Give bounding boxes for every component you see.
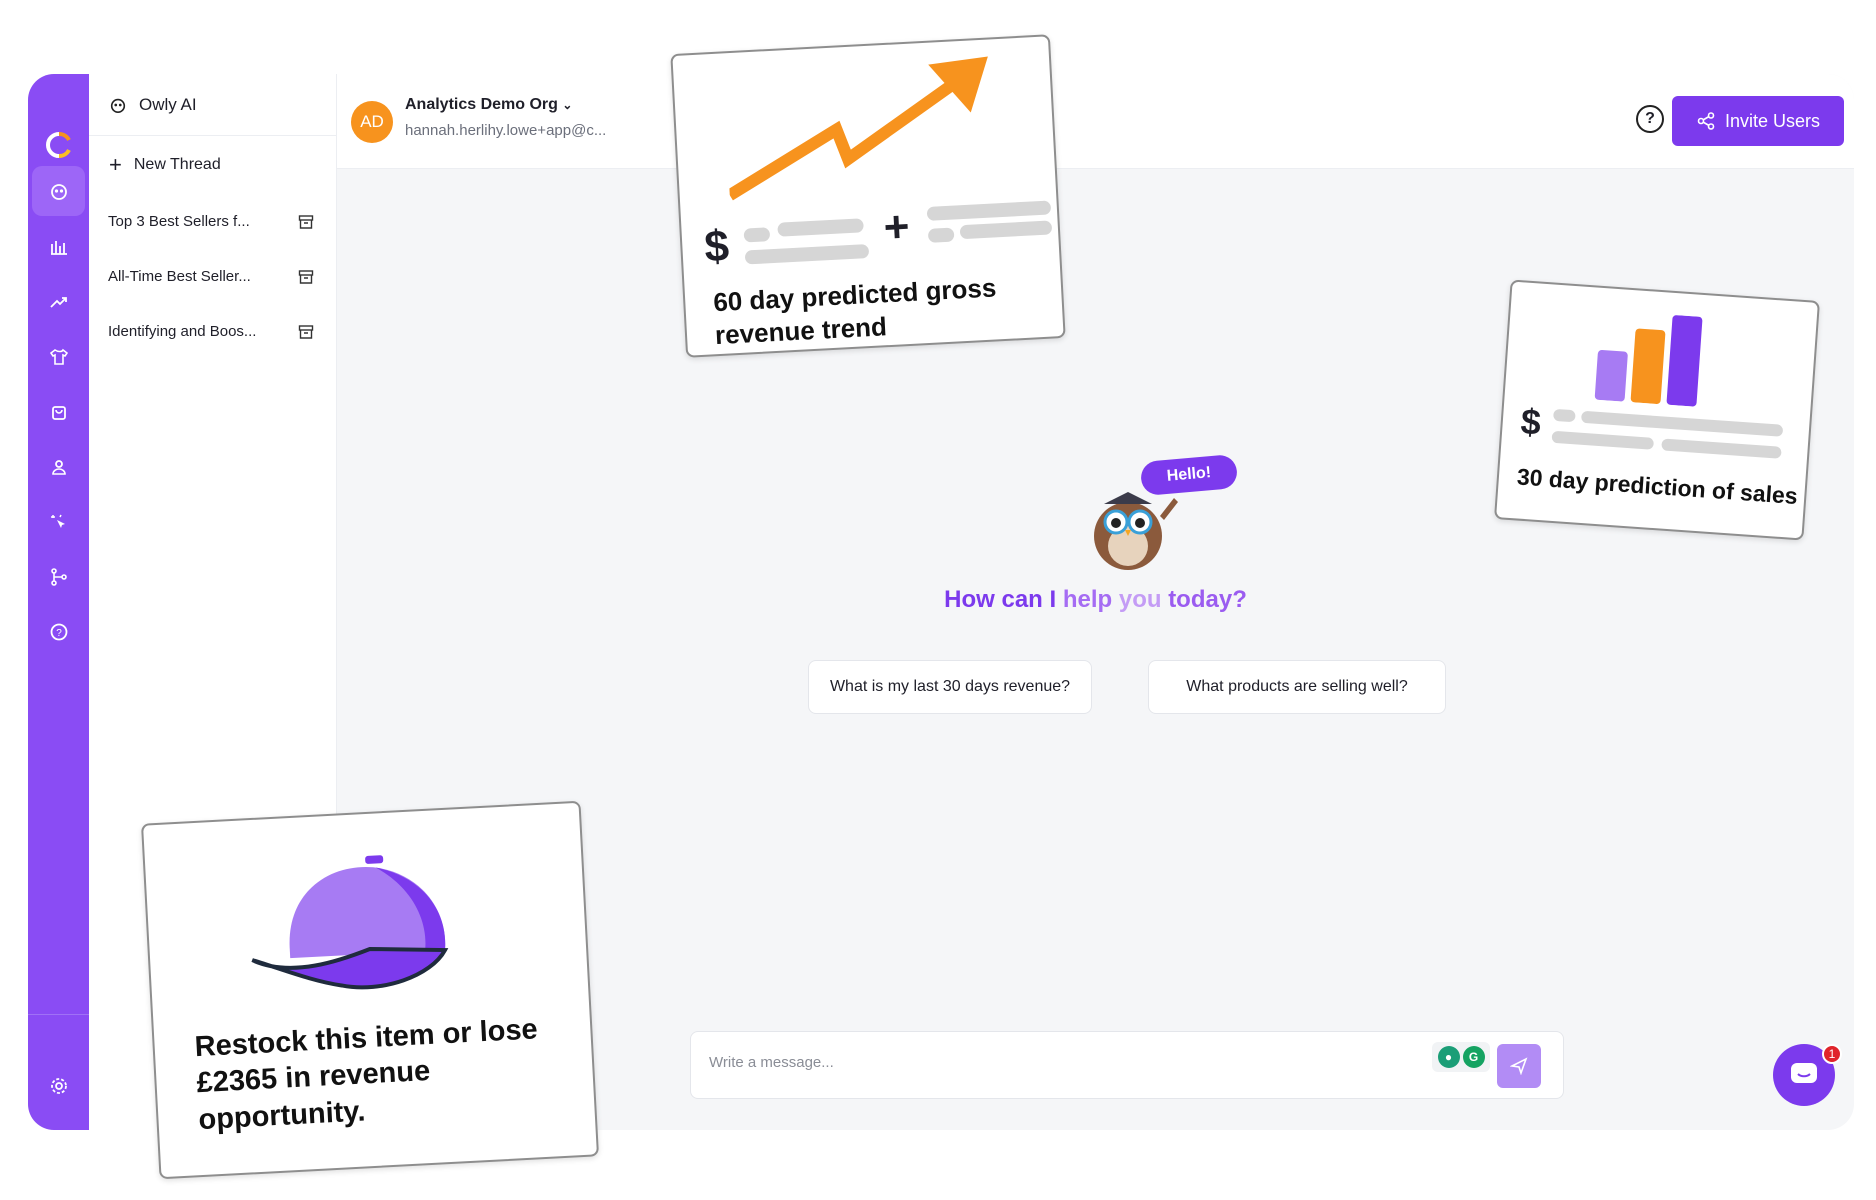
send-button[interactable] <box>1497 1044 1541 1088</box>
logo-icon[interactable] <box>40 126 78 164</box>
card-caption: 30 day prediction of sales <box>1516 463 1799 509</box>
user-icon[interactable] <box>32 442 85 492</box>
bar-chart-icon[interactable] <box>32 222 85 272</box>
plus-icon: + <box>109 152 122 177</box>
owl-icon <box>110 98 126 113</box>
message-composer: ● G <box>690 1031 1564 1099</box>
shirt-icon[interactable] <box>32 332 85 382</box>
plus-sign: + <box>882 201 911 253</box>
avatar[interactable]: AD <box>351 101 393 143</box>
thread-item[interactable]: Top 3 Best Sellers f... <box>89 194 336 249</box>
trend-icon[interactable] <box>32 277 85 327</box>
sales-prediction-card: $ 30 day prediction of sales <box>1494 279 1820 541</box>
notification-badge: 1 <box>1822 1044 1842 1064</box>
chat-bubble-icon <box>1791 1063 1817 1083</box>
archive-icon[interactable] <box>298 324 314 340</box>
trend-arrow-icon <box>726 56 988 201</box>
share-icon <box>1697 112 1715 130</box>
grammarly-icon[interactable]: G <box>1462 1046 1485 1068</box>
thread-item[interactable]: Identifying and Boos... <box>89 304 336 359</box>
thread-item[interactable]: All-Time Best Seller... <box>89 249 336 304</box>
rail-divider <box>28 1014 89 1015</box>
message-input[interactable] <box>709 1054 1309 1071</box>
extension-icons: ● G <box>1432 1042 1490 1072</box>
card-caption: 60 day predicted gross revenue trend <box>712 272 997 350</box>
panel-title: Owly AI <box>139 94 197 114</box>
revenue-trend-card: $ + 60 day predicted gross revenue trend <box>670 34 1066 358</box>
archive-icon[interactable] <box>298 214 314 230</box>
invite-users-button[interactable]: Invite Users <box>1672 96 1844 146</box>
panel-header: Owly AI <box>89 74 336 136</box>
new-thread-button[interactable]: + New Thread <box>89 136 336 194</box>
org-switcher[interactable]: Analytics Demo Org ⌄ <box>405 96 572 114</box>
bag-icon[interactable] <box>32 387 85 437</box>
card-caption: Restock this item or lose £2365 in reven… <box>193 1013 539 1136</box>
sparkle-cursor-icon[interactable] <box>32 497 85 547</box>
flow-icon[interactable] <box>32 552 85 602</box>
user-email: hannah.herlihy.lowe+app@c... <box>405 122 607 139</box>
owl-icon[interactable] <box>32 166 85 216</box>
help-circle-icon[interactable]: ? <box>1636 105 1664 133</box>
dollar-sign: $ <box>703 221 731 272</box>
help-icon[interactable]: ? <box>32 607 85 657</box>
new-thread-label: New Thread <box>133 156 221 173</box>
suggestion-chip[interactable]: What is my last 30 days revenue? <box>808 660 1092 714</box>
dollar-sign: $ <box>1519 400 1543 443</box>
bulb-icon[interactable]: ● <box>1437 1046 1460 1068</box>
restock-card: Restock this item or lose £2365 in reven… <box>140 800 600 1180</box>
greeting: How can I help you today? <box>944 586 1247 613</box>
icon-rail: ? <box>28 74 89 1130</box>
suggestion-chip[interactable]: What products are selling well? <box>1148 660 1446 714</box>
top-bar: AD Analytics Demo Org ⌄ hannah.herlihy.l… <box>337 74 1854 169</box>
settings-icon[interactable] <box>32 1061 85 1111</box>
bar-chart-icon <box>1594 315 1703 407</box>
send-icon <box>1510 1057 1528 1075</box>
archive-icon[interactable] <box>298 269 314 285</box>
chevron-down-icon: ⌄ <box>562 98 573 112</box>
cap-icon <box>251 855 449 990</box>
svg-text:?: ? <box>56 628 62 639</box>
